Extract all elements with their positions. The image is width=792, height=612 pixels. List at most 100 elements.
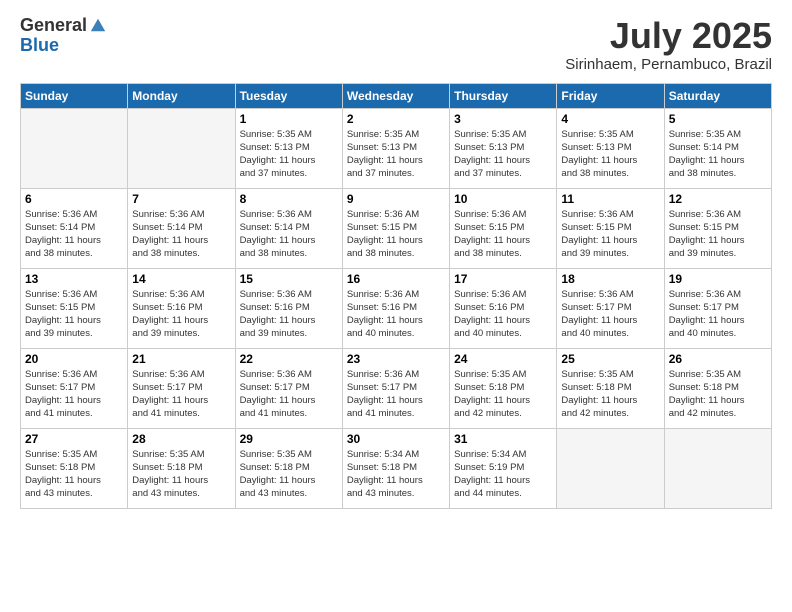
table-row: 12Sunrise: 5:36 AM Sunset: 5:15 PM Dayli…	[664, 188, 771, 268]
calendar-table: Sunday Monday Tuesday Wednesday Thursday…	[20, 83, 772, 509]
header-saturday: Saturday	[664, 83, 771, 108]
day-number: 11	[561, 192, 659, 206]
day-info: Sunrise: 5:36 AM Sunset: 5:17 PM Dayligh…	[347, 368, 445, 421]
day-number: 17	[454, 272, 552, 286]
day-info: Sunrise: 5:36 AM Sunset: 5:16 PM Dayligh…	[240, 288, 338, 341]
day-number: 2	[347, 112, 445, 126]
table-row: 26Sunrise: 5:35 AM Sunset: 5:18 PM Dayli…	[664, 348, 771, 428]
logo-general-text: General	[20, 16, 87, 36]
day-number: 16	[347, 272, 445, 286]
day-info: Sunrise: 5:35 AM Sunset: 5:13 PM Dayligh…	[454, 128, 552, 181]
day-info: Sunrise: 5:36 AM Sunset: 5:17 PM Dayligh…	[669, 288, 767, 341]
day-number: 27	[25, 432, 123, 446]
table-row: 11 Sunrise: 5:36 AM Sunset: 5:15 PM Dayli…	[557, 188, 664, 268]
table-row: 6 Sunrise: 5:36 AM Sunset: 5:14 PM Daylig…	[21, 188, 128, 268]
day-number: 5	[669, 112, 767, 126]
calendar-week-row: 27 Sunrise: 5:35 AM Sunset: 5:18 PM Dayli…	[21, 428, 772, 508]
day-number: 20	[25, 352, 123, 366]
day-number: 28	[132, 432, 230, 446]
day-number: 13	[25, 272, 123, 286]
table-row: 31Sunrise: 5:34 AM Sunset: 5:19 PM Dayli…	[450, 428, 557, 508]
day-info: Sunrise: 5:36 AM Sunset: 5:17 PM Dayligh…	[561, 288, 659, 341]
day-number: 15	[240, 272, 338, 286]
day-info: Sunrise: 5:35 AM Sunset: 5:14 PM Dayligh…	[669, 128, 767, 181]
day-number: 24	[454, 352, 552, 366]
table-row: 17 Sunrise: 5:36 AM Sunset: 5:16 PM Dayli…	[450, 268, 557, 348]
table-row: 15 Sunrise: 5:36 AM Sunset: 5:16 PM Dayli…	[235, 268, 342, 348]
day-info: Sunrise: 5:36 AM Sunset: 5:14 PM Dayligh…	[240, 208, 338, 261]
table-row: 1Sunrise: 5:35 AM Sunset: 5:13 PM Daylig…	[235, 108, 342, 188]
location: Sirinhaem, Pernambuco, Brazil	[565, 56, 772, 73]
day-number: 25	[561, 352, 659, 366]
table-row: 23Sunrise: 5:36 AM Sunset: 5:17 PM Dayli…	[342, 348, 449, 428]
table-row: 24Sunrise: 5:35 AM Sunset: 5:18 PM Dayli…	[450, 348, 557, 428]
table-row	[128, 108, 235, 188]
day-number: 21	[132, 352, 230, 366]
calendar-week-row: 6 Sunrise: 5:36 AM Sunset: 5:14 PM Daylig…	[21, 188, 772, 268]
day-number: 1	[240, 112, 338, 126]
logo: General Blue	[20, 16, 107, 56]
table-row: 20 Sunrise: 5:36 AM Sunset: 5:17 PM Dayli…	[21, 348, 128, 428]
calendar-header-row: Sunday Monday Tuesday Wednesday Thursday…	[21, 83, 772, 108]
table-row: 7 Sunrise: 5:36 AM Sunset: 5:14 PM Daylig…	[128, 188, 235, 268]
table-row	[664, 428, 771, 508]
header-thursday: Thursday	[450, 83, 557, 108]
table-row: 5 Sunrise: 5:35 AM Sunset: 5:14 PM Daylig…	[664, 108, 771, 188]
day-info: Sunrise: 5:36 AM Sunset: 5:17 PM Dayligh…	[132, 368, 230, 421]
table-row: 21 Sunrise: 5:36 AM Sunset: 5:17 PM Dayli…	[128, 348, 235, 428]
table-row: 10 Sunrise: 5:36 AM Sunset: 5:15 PM Dayli…	[450, 188, 557, 268]
header-wednesday: Wednesday	[342, 83, 449, 108]
logo-icon	[89, 16, 107, 34]
day-info: Sunrise: 5:36 AM Sunset: 5:17 PM Dayligh…	[240, 368, 338, 421]
day-info: Sunrise: 5:35 AM Sunset: 5:13 PM Dayligh…	[347, 128, 445, 181]
day-info: Sunrise: 5:36 AM Sunset: 5:16 PM Dayligh…	[132, 288, 230, 341]
table-row: 13 Sunrise: 5:36 AM Sunset: 5:15 PM Dayli…	[21, 268, 128, 348]
day-info: Sunrise: 5:35 AM Sunset: 5:18 PM Dayligh…	[132, 448, 230, 501]
day-info: Sunrise: 5:35 AM Sunset: 5:13 PM Dayligh…	[561, 128, 659, 181]
table-row: 30Sunrise: 5:34 AM Sunset: 5:18 PM Dayli…	[342, 428, 449, 508]
day-number: 6	[25, 192, 123, 206]
day-info: Sunrise: 5:36 AM Sunset: 5:17 PM Dayligh…	[25, 368, 123, 421]
day-number: 7	[132, 192, 230, 206]
day-number: 12	[669, 192, 767, 206]
table-row: 8Sunrise: 5:36 AM Sunset: 5:14 PM Daylig…	[235, 188, 342, 268]
table-row: 29 Sunrise: 5:35 AM Sunset: 5:18 PM Dayli…	[235, 428, 342, 508]
day-info: Sunrise: 5:36 AM Sunset: 5:16 PM Dayligh…	[454, 288, 552, 341]
logo-blue-text: Blue	[20, 36, 107, 56]
day-number: 22	[240, 352, 338, 366]
header-tuesday: Tuesday	[235, 83, 342, 108]
day-number: 31	[454, 432, 552, 446]
day-info: Sunrise: 5:36 AM Sunset: 5:15 PM Dayligh…	[25, 288, 123, 341]
day-number: 10	[454, 192, 552, 206]
calendar-week-row: 20 Sunrise: 5:36 AM Sunset: 5:17 PM Dayli…	[21, 348, 772, 428]
table-row: 18 Sunrise: 5:36 AM Sunset: 5:17 PM Dayli…	[557, 268, 664, 348]
day-info: Sunrise: 5:36 AM Sunset: 5:16 PM Dayligh…	[347, 288, 445, 341]
day-number: 18	[561, 272, 659, 286]
table-row: 16 Sunrise: 5:36 AM Sunset: 5:16 PM Dayli…	[342, 268, 449, 348]
day-info: Sunrise: 5:36 AM Sunset: 5:15 PM Dayligh…	[561, 208, 659, 261]
table-row	[21, 108, 128, 188]
header-sunday: Sunday	[21, 83, 128, 108]
table-row: 9 Sunrise: 5:36 AM Sunset: 5:15 PM Daylig…	[342, 188, 449, 268]
table-row	[557, 428, 664, 508]
calendar-week-row: 13 Sunrise: 5:36 AM Sunset: 5:15 PM Dayli…	[21, 268, 772, 348]
day-info: Sunrise: 5:36 AM Sunset: 5:15 PM Dayligh…	[454, 208, 552, 261]
day-number: 4	[561, 112, 659, 126]
table-row: 25 Sunrise: 5:35 AM Sunset: 5:18 PM Dayli…	[557, 348, 664, 428]
day-info: Sunrise: 5:36 AM Sunset: 5:15 PM Dayligh…	[347, 208, 445, 261]
header-monday: Monday	[128, 83, 235, 108]
table-row: 19Sunrise: 5:36 AM Sunset: 5:17 PM Dayli…	[664, 268, 771, 348]
day-number: 3	[454, 112, 552, 126]
day-info: Sunrise: 5:35 AM Sunset: 5:18 PM Dayligh…	[561, 368, 659, 421]
title-block: July 2025 Sirinhaem, Pernambuco, Brazil	[565, 16, 772, 73]
day-info: Sunrise: 5:35 AM Sunset: 5:18 PM Dayligh…	[240, 448, 338, 501]
day-info: Sunrise: 5:36 AM Sunset: 5:14 PM Dayligh…	[132, 208, 230, 261]
day-info: Sunrise: 5:36 AM Sunset: 5:14 PM Dayligh…	[25, 208, 123, 261]
day-info: Sunrise: 5:35 AM Sunset: 5:18 PM Dayligh…	[25, 448, 123, 501]
day-number: 9	[347, 192, 445, 206]
page-header: General Blue July 2025 Sirinhaem, Pernam…	[20, 16, 772, 73]
day-number: 30	[347, 432, 445, 446]
day-number: 29	[240, 432, 338, 446]
table-row: 3 Sunrise: 5:35 AM Sunset: 5:13 PM Daylig…	[450, 108, 557, 188]
day-number: 26	[669, 352, 767, 366]
